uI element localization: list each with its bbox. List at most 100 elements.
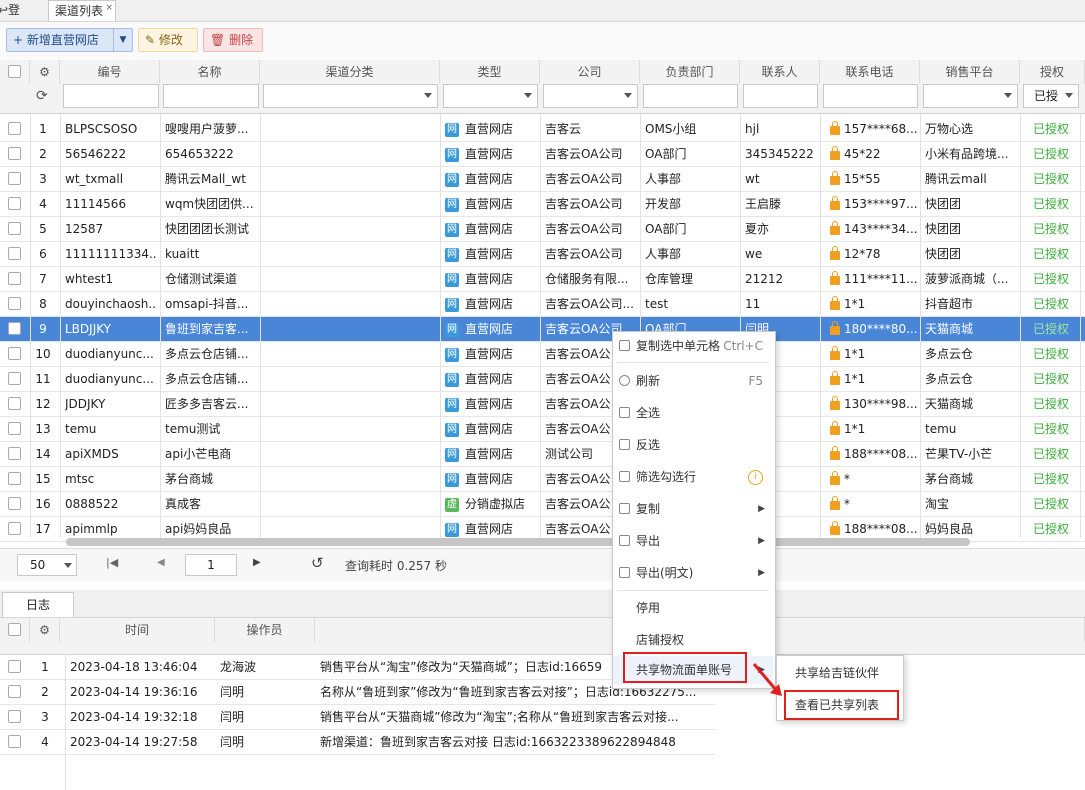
reload-icon[interactable]: ↺ xyxy=(311,554,324,572)
log-row-checkbox[interactable] xyxy=(8,735,21,748)
menu-filter-selected[interactable]: 筛选勾选行 i xyxy=(613,463,773,491)
table-row[interactable]: 12JDDJKY匠多多吉客云...网直营网店吉客云OA公卫130****98..… xyxy=(0,392,1085,417)
menu-disable[interactable]: 停用 xyxy=(613,594,773,622)
tab-register[interactable]: ↩登记 xyxy=(0,0,36,37)
table-row[interactable]: 7 whtest1 仓储测试渠道网直营网店 仓储服务有限... 仓库管理 21212 111… xyxy=(0,267,1085,292)
table-row[interactable]: 6 11111111334... kuaitt 网直营网店 吉客云OA公司 人事部 we 12… xyxy=(0,242,1085,267)
menu-copy[interactable]: 复制 ▶ xyxy=(613,495,773,523)
submenu-share-partner[interactable]: 共享给吉链伙伴 xyxy=(777,659,901,687)
tab-log[interactable]: 日志 xyxy=(2,592,74,617)
row-checkbox[interactable] xyxy=(8,372,21,385)
col-code[interactable]: 编号 xyxy=(60,60,160,84)
add-store-button[interactable]: + 新增直营网店 ▼ xyxy=(6,28,133,52)
row-checkbox[interactable] xyxy=(8,247,21,260)
col-phone[interactable]: 联系电话 xyxy=(820,60,920,84)
row-checkbox[interactable] xyxy=(8,472,21,485)
select-all-checkbox[interactable] xyxy=(8,65,21,78)
tab-channel-list[interactable]: 渠道列表 × xyxy=(48,0,116,21)
menu-invert[interactable]: 反选 xyxy=(613,431,773,459)
row-checkbox[interactable] xyxy=(8,322,21,335)
table-row[interactable]: 1 BLPSCSOSO 嗖嗖用户菠萝... 网直营网店 吉客云 OMS小组 hjl 157**… xyxy=(0,117,1085,142)
log-row[interactable]: 1 2023-04-18 13:46:04 龙海波 销售平台从“淘宝”修改为“天猫商城… xyxy=(0,655,715,680)
refresh-icon[interactable]: ⟳ xyxy=(36,88,48,104)
filter-type[interactable] xyxy=(443,84,538,108)
table-row[interactable]: 14apiXMDSapi小芒电商网直营网店测试公司保188****08...芒果… xyxy=(0,442,1085,467)
row-checkbox[interactable] xyxy=(8,272,21,285)
row-checkbox[interactable] xyxy=(8,447,21,460)
col-contact[interactable]: 联系人 xyxy=(740,60,820,84)
table-row[interactable]: 16 0888522 真成客虚分销虚拟店 吉客云OA公 * 淘宝 已授权 xyxy=(0,492,1085,517)
page-input[interactable]: 1 xyxy=(185,554,237,576)
horizontal-scrollbar[interactable] xyxy=(66,538,970,546)
cell-text: 菠萝派商城（... xyxy=(925,272,1009,286)
menu-export[interactable]: 导出 ▶ xyxy=(613,527,773,555)
delete-button[interactable]: 🗑 删除 xyxy=(203,28,263,52)
table-row[interactable]: 9 LBDJJKY 鲁班到家吉客... 网直营网店 吉客云OA公司 OA部门 闫明 180**… xyxy=(0,317,1085,342)
edit-button[interactable]: ✎ 修改 xyxy=(138,28,198,52)
row-checkbox[interactable] xyxy=(8,197,21,210)
col-type[interactable]: 类型 xyxy=(440,60,540,84)
menu-copy-cell[interactable]: 复制选中单元格 Ctrl+C xyxy=(613,332,773,360)
log-row[interactable]: 4 2023-04-14 19:27:58 闫明 新增渠道：鲁班到家吉客云对接 日志i… xyxy=(0,730,715,755)
close-icon[interactable]: × xyxy=(105,0,113,18)
col-category[interactable]: 渠道分类 xyxy=(260,60,440,84)
filter-company[interactable] xyxy=(543,84,638,108)
log-row[interactable]: 3 2023-04-14 19:32:18 闫明 销售平台从“天猫商城”修改为“淘宝”… xyxy=(0,705,715,730)
table-row[interactable]: 13 temu temu测试网直营网店 吉客云OA公 1*1 temu 已授权 xyxy=(0,417,1085,442)
col-company[interactable]: 公司 xyxy=(540,60,640,84)
prev-page-icon[interactable]: ◀ xyxy=(157,557,165,568)
menu-export-label: 导出 xyxy=(636,534,661,548)
menu-refresh[interactable]: 刷新 F5 xyxy=(613,367,773,395)
info-icon[interactable]: i xyxy=(748,470,763,485)
gear-icon[interactable]: ⚙ xyxy=(30,60,60,84)
filter-dept[interactable] xyxy=(643,84,738,108)
col-auth[interactable]: 授权 xyxy=(1020,60,1085,84)
col-name[interactable]: 名称 xyxy=(160,60,260,84)
row-checkbox[interactable] xyxy=(8,522,21,535)
row-checkbox[interactable] xyxy=(8,222,21,235)
table-row[interactable]: 2 56546222 654653222 网直营网店 吉客云OA公司 OA部门 345345… xyxy=(0,142,1085,167)
cell-text: 15 xyxy=(35,472,51,486)
table-row[interactable]: 15 mtsc 茅台商城网直营网店 吉客云OA公 * 茅台商城 已授权 xyxy=(0,467,1085,492)
row-checkbox[interactable] xyxy=(8,397,21,410)
online-store-icon: 网 xyxy=(445,447,459,462)
log-select-all-checkbox[interactable] xyxy=(8,623,21,636)
table-row[interactable]: 3 wt_txmall 腾讯云Mall_wt 网直营网店 吉客云OA公司 人事部 wt 15*… xyxy=(0,167,1085,192)
menu-export-plain[interactable]: 导出(明文) ▶ xyxy=(613,559,773,587)
table-row[interactable]: 8 douyinchaosh... omsapi-抖音... 网直营网店 吉客云OA公司… xyxy=(0,292,1085,317)
row-checkbox[interactable] xyxy=(8,122,21,135)
filter-auth[interactable]: 已授 xyxy=(1023,84,1079,108)
filter-code[interactable] xyxy=(63,84,159,108)
menu-separator xyxy=(617,590,769,591)
log-row[interactable]: 2 2023-04-14 19:36:16 闫明 名称从“鲁班到家”修改为“鲁班到家吉… xyxy=(0,680,715,705)
log-row-checkbox[interactable] xyxy=(8,685,21,698)
next-page-icon[interactable]: ▶ xyxy=(253,557,261,568)
row-checkbox[interactable] xyxy=(8,147,21,160)
log-col-operator[interactable]: 操作员 xyxy=(215,618,315,642)
log-row-checkbox[interactable] xyxy=(8,660,21,673)
chevron-down-icon[interactable]: ▼ xyxy=(113,29,132,51)
filter-category[interactable] xyxy=(263,84,438,108)
filter-platform[interactable] xyxy=(923,84,1018,108)
table-row[interactable]: 4 11114566 wqm快团团供... 网直营网店 吉客云OA公司 开发部 王启滕 153… xyxy=(0,192,1085,217)
filter-name[interactable] xyxy=(163,84,259,108)
col-platform[interactable]: 销售平台 xyxy=(920,60,1020,84)
filter-phone[interactable] xyxy=(823,84,918,108)
log-row-checkbox[interactable] xyxy=(8,710,21,723)
log-col-time[interactable]: 时间 xyxy=(60,618,215,642)
gear-icon[interactable]: ⚙ xyxy=(30,618,60,642)
row-checkbox[interactable] xyxy=(8,172,21,185)
col-dept[interactable]: 负责部门 xyxy=(640,60,740,84)
page-size-select[interactable]: 50 xyxy=(17,554,77,576)
row-checkbox[interactable] xyxy=(8,422,21,435)
row-checkbox[interactable] xyxy=(8,497,21,510)
table-row[interactable]: 10 duodianyunc... 多点云仓店铺... 网直营网店 吉客云OA公 1*1 多… xyxy=(0,342,1085,367)
first-page-icon[interactable]: |◀ xyxy=(106,556,118,569)
filter-contact[interactable] xyxy=(743,84,818,108)
row-checkbox[interactable] xyxy=(8,297,21,310)
menu-select-all[interactable]: 全选 xyxy=(613,399,773,427)
row-checkbox[interactable] xyxy=(8,347,21,360)
table-row[interactable]: 11 duodianyunc... 多点云仓店铺... 网直营网店 吉客云OA公 1*1 多… xyxy=(0,367,1085,392)
menu-store-auth[interactable]: 店铺授权 xyxy=(613,626,773,654)
table-row[interactable]: 5 12587 快团团团长测试网直营网店 吉客云OA公司 OA部门 夏亦 143****34… xyxy=(0,217,1085,242)
